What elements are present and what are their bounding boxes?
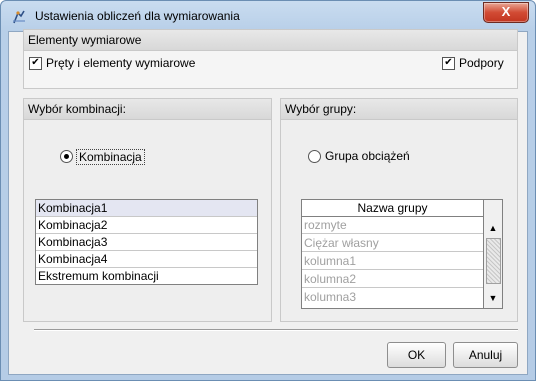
dialog-window: Ustawienia obliczeń dla wymiarowania X E… bbox=[0, 0, 536, 381]
scroll-up-icon[interactable]: ▲ bbox=[484, 220, 502, 236]
list-item[interactable]: Ekstremum kombinacji bbox=[36, 268, 257, 284]
window-title: Ustawienia obliczeń dla wymiarowania bbox=[35, 9, 240, 23]
robot-structure-icon bbox=[11, 9, 27, 25]
supports-checkbox[interactable]: ✔ bbox=[442, 57, 455, 70]
group-radio[interactable] bbox=[308, 150, 321, 163]
table-row[interactable]: kolumna1 bbox=[302, 253, 483, 270]
group-table-scrollbar[interactable]: ▲ ▼ bbox=[483, 200, 502, 308]
table-row[interactable]: kolumna2 bbox=[302, 271, 483, 288]
scroll-thumb[interactable] bbox=[486, 238, 501, 284]
table-row[interactable]: kolumna3 bbox=[302, 289, 483, 305]
button-divider bbox=[34, 329, 518, 331]
combination-radio[interactable] bbox=[60, 150, 73, 163]
group-panel-header: Wybór grupy: bbox=[281, 99, 517, 120]
combination-panel: Wybór kombinacji: Kombinacja Kombinacja1… bbox=[23, 98, 272, 322]
group-table-header[interactable]: Nazwa grupy bbox=[302, 200, 483, 217]
title-bar[interactable]: Ustawienia obliczeń dla wymiarowania X bbox=[1, 1, 535, 31]
group-table: Nazwa grupy rozmyte Ciężar własny kolumn… bbox=[301, 199, 503, 309]
table-row[interactable]: Ciężar własny bbox=[302, 235, 483, 252]
ok-button[interactable]: OK bbox=[387, 342, 446, 368]
close-button[interactable]: X bbox=[483, 2, 529, 23]
list-item[interactable]: Kombinacja4 bbox=[36, 251, 257, 268]
list-item[interactable]: Kombinacja2 bbox=[36, 217, 257, 234]
combination-panel-header: Wybór kombinacji: bbox=[24, 99, 271, 120]
group-radio-label[interactable]: Grupa obciążeń bbox=[325, 149, 410, 163]
list-item[interactable]: Kombinacja3 bbox=[36, 234, 257, 251]
elements-panel: Elementy wymiarowe ✔ Pręty i elementy wy… bbox=[23, 29, 518, 89]
elements-panel-header: Elementy wymiarowe bbox=[24, 30, 517, 51]
supports-checkbox-label: Podpory bbox=[459, 56, 504, 70]
list-item[interactable]: Kombinacja1 bbox=[36, 200, 257, 217]
cancel-button[interactable]: Anuluj bbox=[453, 342, 518, 368]
bars-checkbox-label: Pręty i elementy wymiarowe bbox=[46, 56, 196, 70]
group-panel: Wybór grupy: Grupa obciążeń Nazwa grupy … bbox=[280, 98, 518, 322]
bars-checkbox[interactable]: ✔ bbox=[29, 57, 42, 70]
combination-list: Kombinacja1 Kombinacja2 Kombinacja3 Komb… bbox=[35, 199, 258, 285]
combination-radio-label[interactable]: Kombinacja bbox=[76, 149, 145, 165]
close-icon: X bbox=[501, 4, 511, 19]
scroll-down-icon[interactable]: ▼ bbox=[484, 290, 502, 306]
radio-selected-dot bbox=[64, 154, 69, 159]
table-row[interactable]: rozmyte bbox=[302, 217, 483, 234]
